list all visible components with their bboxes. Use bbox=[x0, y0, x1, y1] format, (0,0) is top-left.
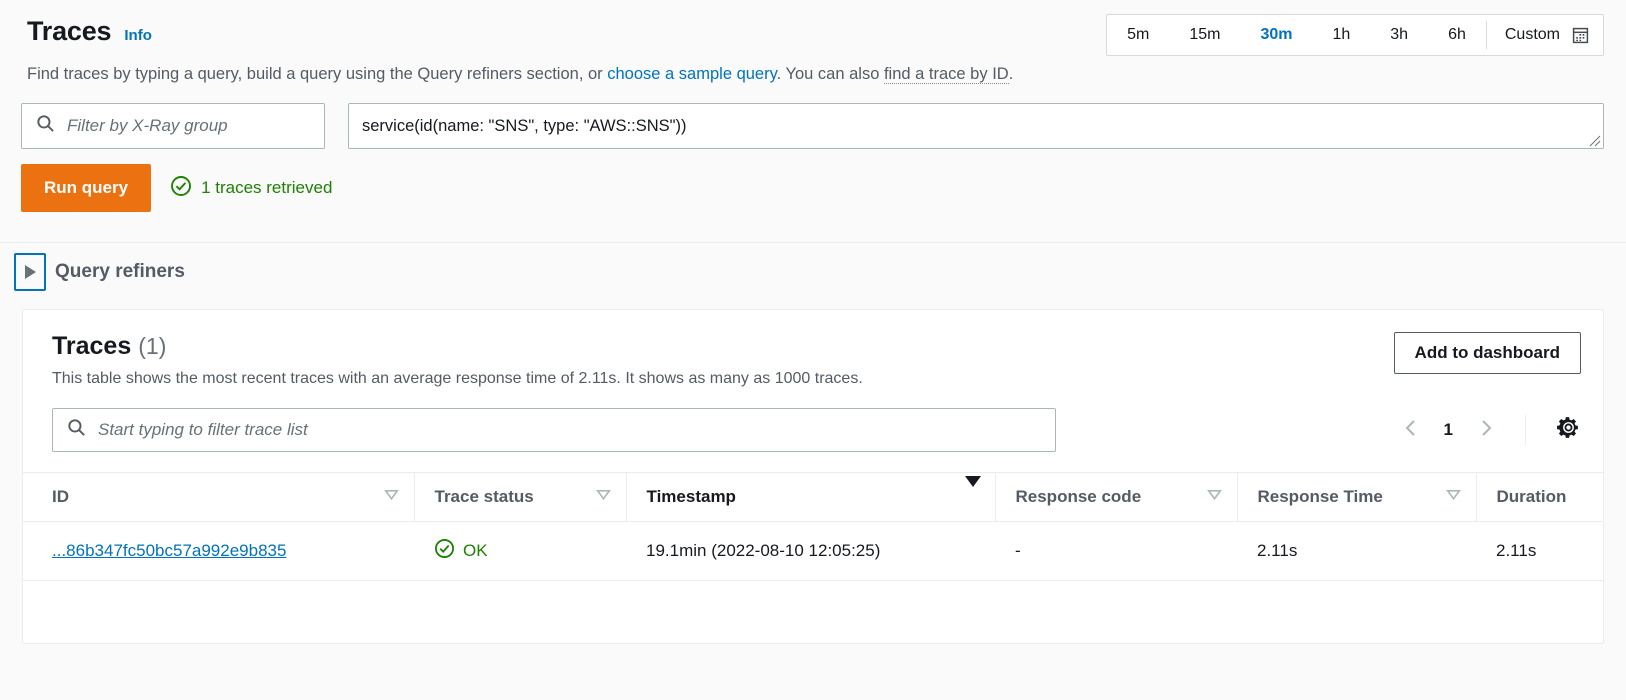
chevron-right-icon[interactable] bbox=[1475, 417, 1497, 444]
search-icon bbox=[36, 114, 55, 138]
table-header-row: ID Trace status bbox=[23, 473, 1603, 522]
gear-icon[interactable] bbox=[1556, 415, 1581, 445]
page-header: Traces Info 5m 15m 30m 1h 3h 6h Custom bbox=[0, 0, 1626, 58]
chevron-left-icon[interactable] bbox=[1400, 417, 1422, 444]
search-icon bbox=[67, 418, 86, 442]
time-range-selector: 5m 15m 30m 1h 3h 6h Custom bbox=[1106, 14, 1604, 56]
trace-status-text: OK bbox=[463, 541, 488, 561]
pagination-divider bbox=[1525, 415, 1526, 445]
title-group: Traces Info bbox=[27, 16, 152, 47]
desc-part-1: Find traces by typing a query, build a q… bbox=[27, 65, 607, 83]
traces-card-count: (1) bbox=[138, 333, 166, 359]
resize-handle-icon[interactable] bbox=[1587, 133, 1601, 147]
trace-filter-input[interactable]: Start typing to filter trace list bbox=[52, 408, 1056, 452]
query-status-text: 1 traces retrieved bbox=[201, 178, 332, 198]
table-row[interactable]: ...86b347fc50bc57a992e9b835 OK bbox=[23, 522, 1603, 581]
group-filter-placeholder: Filter by X-Ray group bbox=[67, 116, 228, 136]
query-refiners-expand-button[interactable] bbox=[14, 253, 46, 291]
add-to-dashboard-button[interactable]: Add to dashboard bbox=[1394, 332, 1581, 374]
traces-table: ID Trace status bbox=[23, 472, 1603, 581]
traces-card-header: Traces (1) This table shows the most rece… bbox=[23, 310, 1603, 388]
trace-id-link[interactable]: ...86b347fc50bc57a992e9b835 bbox=[52, 541, 286, 560]
desc-part-3: . bbox=[1009, 65, 1014, 83]
run-query-row: Run query 1 traces retrieved bbox=[0, 164, 1626, 212]
query-status: 1 traces retrieved bbox=[170, 175, 332, 202]
desc-part-2: . You can also bbox=[777, 65, 884, 83]
time-range-5m[interactable]: 5m bbox=[1107, 15, 1169, 55]
time-range-30m[interactable]: 30m bbox=[1240, 15, 1312, 55]
column-header-timestamp[interactable]: Timestamp bbox=[626, 473, 995, 522]
query-row: Filter by X-Ray group service(id(name: "… bbox=[0, 103, 1626, 149]
traces-heading: Traces (1) bbox=[52, 332, 863, 361]
cell-id: ...86b347fc50bc57a992e9b835 bbox=[23, 522, 414, 581]
traces-card-heading-group: Traces (1) This table shows the most rece… bbox=[52, 332, 863, 388]
trace-filter-row: Start typing to filter trace list 1 bbox=[23, 408, 1603, 452]
pagination: 1 bbox=[1400, 415, 1581, 445]
column-header-id[interactable]: ID bbox=[23, 473, 414, 522]
time-range-3h[interactable]: 3h bbox=[1370, 15, 1428, 55]
sample-query-link[interactable]: choose a sample query bbox=[607, 65, 776, 83]
time-range-15m[interactable]: 15m bbox=[1169, 15, 1240, 55]
find-trace-by-id-link[interactable]: find a trace by ID bbox=[884, 65, 1009, 84]
time-range-1h[interactable]: 1h bbox=[1312, 15, 1370, 55]
column-label-timestamp: Timestamp bbox=[647, 487, 736, 507]
sort-icon-trace-status[interactable] bbox=[595, 486, 612, 508]
sort-icon-response-code[interactable] bbox=[1206, 486, 1223, 508]
run-query-button[interactable]: Run query bbox=[21, 164, 151, 212]
column-header-response-code[interactable]: Response code bbox=[995, 473, 1237, 522]
cell-timestamp: 19.1min (2022-08-10 12:05:25) bbox=[626, 522, 995, 581]
cell-response-code: - bbox=[995, 522, 1237, 581]
column-label-duration: Duration bbox=[1497, 487, 1567, 507]
pagination-page-number[interactable]: 1 bbox=[1444, 420, 1453, 440]
time-range-custom[interactable]: Custom bbox=[1487, 15, 1603, 55]
cell-trace-status: OK bbox=[414, 522, 626, 581]
info-link[interactable]: Info bbox=[124, 27, 152, 44]
query-refiners-section: Query refiners bbox=[0, 243, 1626, 301]
column-header-response-time[interactable]: Response Time bbox=[1237, 473, 1476, 522]
time-range-6h[interactable]: 6h bbox=[1428, 15, 1486, 55]
duration-value: 2.11s bbox=[1476, 541, 1603, 561]
traces-card-title: Traces bbox=[52, 332, 131, 360]
column-header-trace-status[interactable]: Trace status bbox=[414, 473, 626, 522]
traces-card-subtitle: This table shows the most recent traces … bbox=[52, 370, 863, 388]
custom-label: Custom bbox=[1505, 26, 1560, 44]
query-expression-input[interactable]: service(id(name: "SNS", type: "AWS::SNS"… bbox=[348, 103, 1604, 149]
cell-duration: 2.11s bbox=[1476, 522, 1603, 581]
cell-response-time: 2.11s bbox=[1237, 522, 1476, 581]
sort-icon-id[interactable] bbox=[383, 486, 400, 508]
sort-icon-response-time[interactable] bbox=[1445, 486, 1462, 508]
response-time-value: 2.11s bbox=[1237, 541, 1476, 561]
check-circle-icon bbox=[434, 538, 455, 564]
response-code-value: - bbox=[995, 541, 1237, 561]
check-circle-icon bbox=[170, 175, 192, 202]
column-label-id: ID bbox=[52, 487, 69, 507]
traces-page: Traces Info 5m 15m 30m 1h 3h 6h Custom bbox=[0, 0, 1626, 700]
page-title: Traces bbox=[27, 16, 111, 47]
group-filter-input[interactable]: Filter by X-Ray group bbox=[21, 103, 325, 149]
query-expression-value: service(id(name: "SNS", type: "AWS::SNS"… bbox=[362, 117, 686, 136]
column-label-trace-status: Trace status bbox=[435, 487, 534, 507]
triangle-right-icon bbox=[25, 265, 36, 279]
column-header-duration[interactable]: Duration bbox=[1476, 473, 1603, 522]
page-description: Find traces by typing a query, build a q… bbox=[0, 64, 1626, 85]
timestamp-value: 19.1min (2022-08-10 12:05:25) bbox=[626, 541, 995, 561]
sort-icon-timestamp-active[interactable] bbox=[965, 487, 981, 507]
traces-card: Traces (1) This table shows the most rece… bbox=[22, 309, 1604, 644]
trace-filter-placeholder: Start typing to filter trace list bbox=[98, 420, 308, 440]
column-label-response-code: Response code bbox=[1016, 487, 1142, 507]
column-label-response-time: Response Time bbox=[1258, 487, 1383, 507]
calendar-icon bbox=[1572, 27, 1589, 44]
query-refiners-label: Query refiners bbox=[55, 261, 185, 283]
